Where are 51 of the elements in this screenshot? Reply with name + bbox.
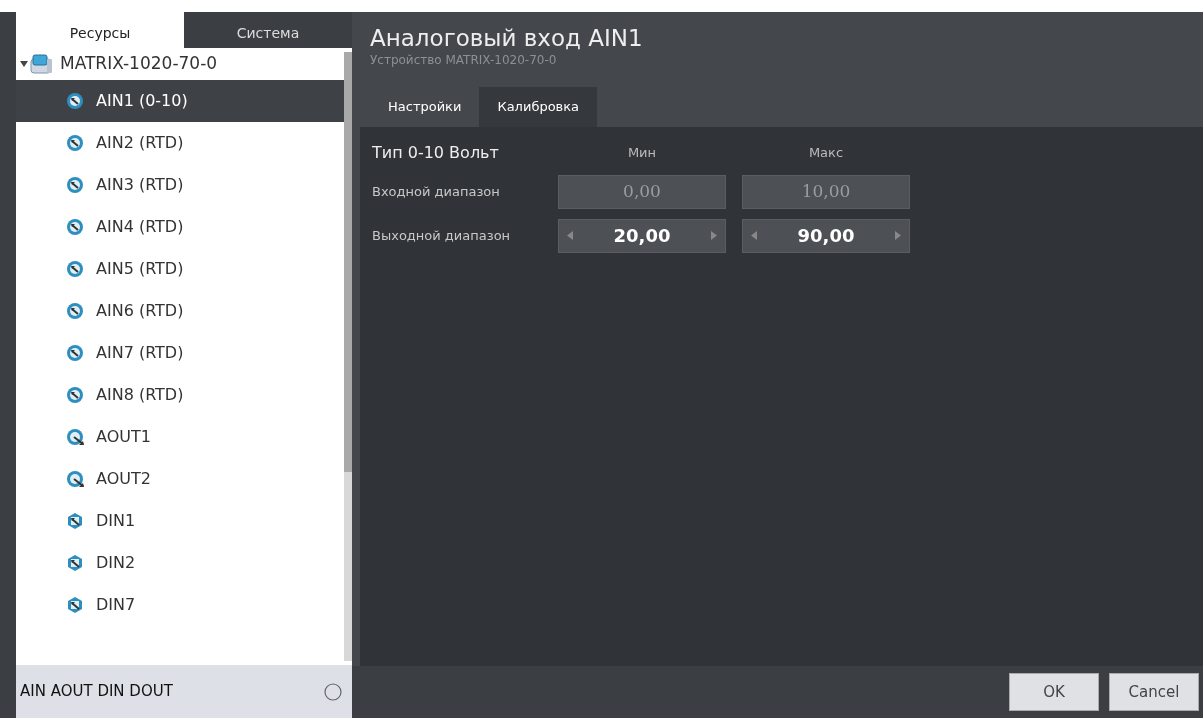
tree-item[interactable]: AOUT1 <box>96 425 151 449</box>
gauge-icon <box>66 176 86 194</box>
tree-item[interactable]: AIN7 (RTD) <box>96 341 184 365</box>
dialog-button[interactable]: OK <box>1009 673 1099 711</box>
dialog-button[interactable]: Cancel <box>1109 673 1199 711</box>
tree-item[interactable]: AIN8 (RTD) <box>96 383 184 407</box>
page-title: Аналоговый вход AIN1 <box>369 24 644 52</box>
left-arrow-icon[interactable] <box>567 231 573 241</box>
gauge-icon <box>66 302 86 320</box>
gauge-icon <box>66 386 86 404</box>
readonly-field: 10,00 <box>742 174 910 209</box>
gauge-icon <box>66 428 86 446</box>
tree-item[interactable]: AIN6 (RTD) <box>96 299 184 323</box>
spinner-value: 20,00 <box>613 224 671 249</box>
tree-item[interactable]: AOUT2 <box>96 467 151 491</box>
tree-item[interactable]: AIN1 (0-10) <box>96 89 188 113</box>
tree-item[interactable]: DIN1 <box>96 509 136 533</box>
tab[interactable]: Настройки <box>370 87 480 127</box>
sidebar-tab[interactable]: Система <box>184 12 352 48</box>
device-icon <box>30 53 54 75</box>
right-arrow-icon[interactable] <box>711 231 717 241</box>
field-label: Выходной диапазон <box>372 227 512 246</box>
tree-item[interactable]: DIN2 <box>96 551 136 575</box>
circle-icon[interactable] <box>324 682 342 701</box>
gauge-icon <box>66 92 86 110</box>
tree-item[interactable]: AIN2 (RTD) <box>96 131 184 155</box>
type-label: Тип 0-10 Вольт <box>372 141 500 164</box>
tab[interactable]: Калибровка <box>479 87 598 127</box>
spinner-field[interactable]: 90,00 <box>742 218 910 253</box>
filter-text: AIN AOUT DIN DOUT <box>20 681 173 703</box>
field-label: Входной диапазон <box>372 183 501 202</box>
gauge-icon <box>66 470 86 488</box>
gauge-icon <box>66 134 86 152</box>
left-arrow-icon[interactable] <box>751 231 757 241</box>
tree-item[interactable]: AIN5 (RTD) <box>96 257 184 281</box>
tree-item[interactable]: DIN7 <box>96 593 136 617</box>
readonly-field: 0,00 <box>558 174 726 209</box>
gauge-icon <box>66 260 86 278</box>
tree-item[interactable]: AIN4 (RTD) <box>96 215 184 239</box>
sidebar-tab[interactable]: Ресурсы <box>16 12 184 48</box>
tree-item[interactable]: MATRIX-1020-70-0 <box>60 51 218 77</box>
expanded-caret-icon[interactable] <box>20 59 28 69</box>
gauge-icon <box>66 344 86 362</box>
spinner-field[interactable]: 20,00 <box>558 218 726 253</box>
column-header: Мин <box>626 144 658 163</box>
gauge-icon <box>66 218 86 236</box>
column-header: Макс <box>807 144 845 163</box>
right-arrow-icon[interactable] <box>895 231 901 241</box>
device-subtitle: Устройство MATRIX-1020-70-0 <box>369 52 558 70</box>
spinner-value: 90,00 <box>797 224 855 249</box>
tree-item[interactable]: AIN3 (RTD) <box>96 173 184 197</box>
